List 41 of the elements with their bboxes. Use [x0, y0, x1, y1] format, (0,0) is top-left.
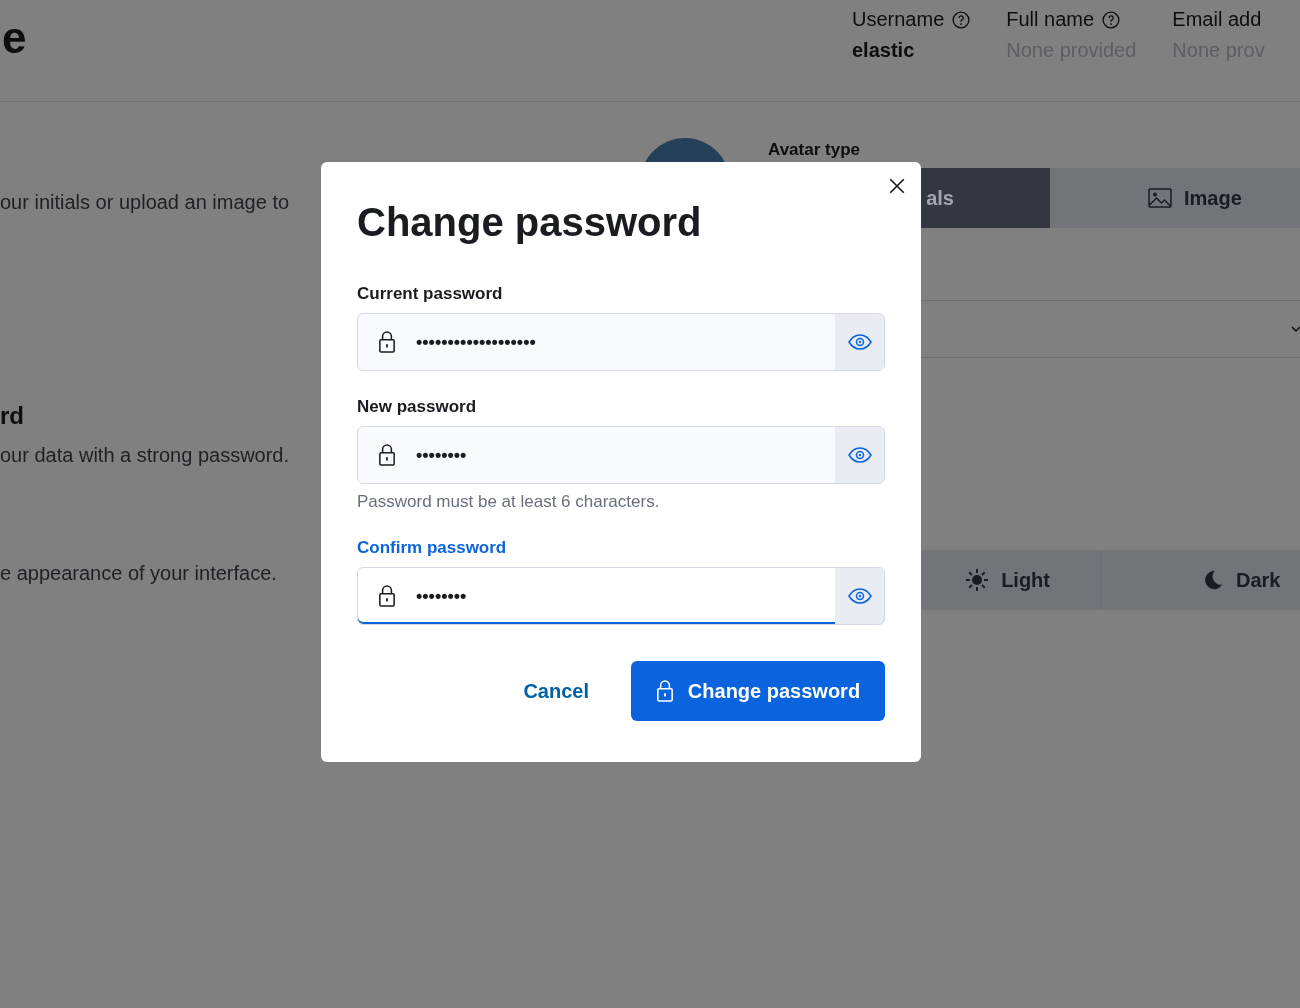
- eye-icon: [847, 447, 872, 463]
- close-icon[interactable]: [888, 177, 906, 195]
- lock-icon: [655, 680, 674, 702]
- section-description: our data with a strong password.: [0, 444, 290, 467]
- password-input[interactable]: •••••••••••••••••••: [416, 331, 835, 353]
- field-label: New password: [357, 397, 478, 417]
- detail-label: Email add: [1172, 8, 1262, 31]
- moon-icon: [1202, 569, 1224, 591]
- segment-button[interactable]: Image: [1050, 168, 1300, 228]
- eye-icon: [847, 334, 872, 350]
- image-icon: [1148, 188, 1172, 208]
- lock-icon: [378, 585, 396, 607]
- help-text: Password must be at least 6 characters.: [357, 492, 661, 512]
- avatar-type-label: Avatar type: [768, 140, 861, 160]
- show-password-button[interactable]: [835, 568, 884, 624]
- show-password-button[interactable]: [835, 314, 884, 370]
- dialog-title: Change password: [357, 199, 703, 246]
- field-label: Confirm password: [357, 538, 508, 558]
- page-title: e: [2, 12, 27, 64]
- segment-button[interactable]: Dark: [1101, 550, 1300, 610]
- help-icon[interactable]: [1102, 10, 1121, 29]
- section-description: e appearance of your interface.: [0, 562, 277, 585]
- cancel-button[interactable]: Cancel: [517, 678, 595, 704]
- section-title: rd: [0, 402, 24, 430]
- eye-icon: [847, 588, 872, 604]
- chevron-icon: [1290, 323, 1300, 335]
- show-password-button[interactable]: [835, 427, 884, 483]
- password-field[interactable]: ••••••••: [357, 567, 885, 625]
- detail-value: elastic: [852, 39, 916, 62]
- field-label: Current password: [357, 284, 504, 304]
- help-icon[interactable]: [952, 10, 971, 29]
- password-field[interactable]: •••••••••••••••••••: [357, 313, 885, 371]
- lock-icon: [378, 331, 396, 353]
- change-password-button[interactable]: Change password: [631, 661, 885, 721]
- section-description: our initials or upload an image to: [0, 191, 290, 214]
- password-field[interactable]: ••••••••: [357, 426, 885, 484]
- password-input[interactable]: ••••••••: [416, 444, 835, 466]
- detail-label: Full name: [1006, 8, 1095, 31]
- lock-icon: [378, 444, 396, 466]
- detail-label: Username: [852, 8, 945, 31]
- sun-icon: [965, 568, 990, 592]
